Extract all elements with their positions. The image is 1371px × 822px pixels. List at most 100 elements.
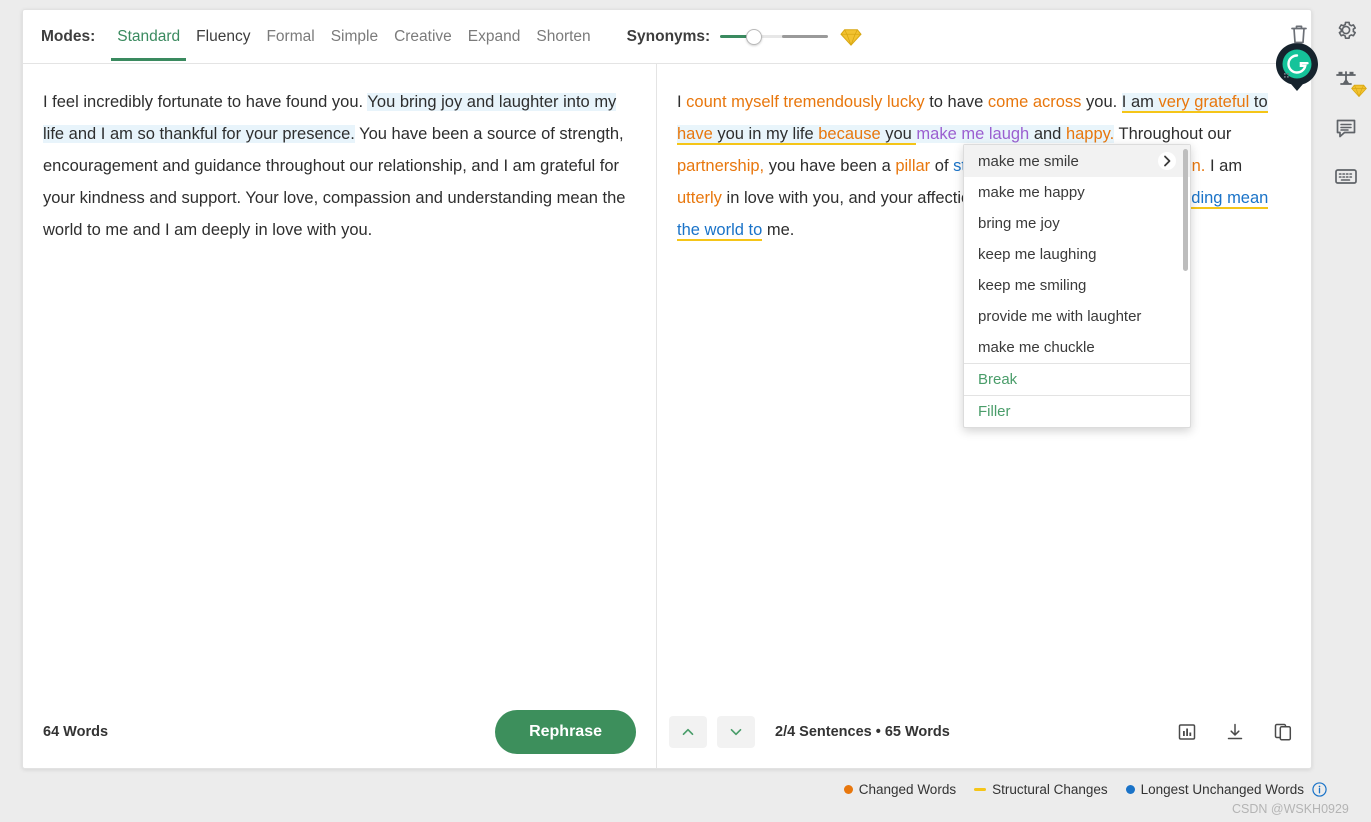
synonym-option[interactable]: keep me laughing xyxy=(964,239,1190,270)
diamond-icon[interactable] xyxy=(840,27,862,47)
text-segment: and xyxy=(1029,125,1066,143)
download-icon[interactable] xyxy=(1225,722,1245,742)
legend-item: Structural Changes xyxy=(974,782,1108,797)
text-segment: have xyxy=(677,125,713,145)
slider-track-premium xyxy=(782,34,829,38)
text-segment: I xyxy=(677,93,687,111)
text-segment: Throughout our xyxy=(1114,125,1232,143)
rephrase-button[interactable]: Rephrase xyxy=(495,710,636,754)
text-segment: pillar xyxy=(895,157,931,175)
synonym-option[interactable]: bring me joy xyxy=(964,208,1190,239)
app-root: Modes: Standard Fluency Formal Simple Creati… xyxy=(0,0,1371,822)
mode-tab-shorten[interactable]: Shorten xyxy=(528,12,598,61)
chevron-up-icon xyxy=(682,728,694,736)
text-segment: in love with you, and your affection, xyxy=(721,189,989,207)
keyboard-icon xyxy=(1334,169,1357,184)
synonyms-option-list: make me smile make me happy bring me joy ke… xyxy=(964,145,1190,363)
watermark: CSDN @WSKH0929 xyxy=(1232,802,1349,816)
synonym-option-label: make me chuckle xyxy=(978,339,1095,356)
legend-item: Changed Words xyxy=(843,782,957,797)
copy-icon[interactable] xyxy=(1273,722,1293,742)
info-icon[interactable] xyxy=(1312,782,1327,797)
synonyms-slider[interactable] xyxy=(720,28,829,46)
dropdown-action-filler[interactable]: Filler xyxy=(964,395,1190,427)
text-segment: I am xyxy=(1121,93,1159,113)
mode-tab-standard[interactable]: Standard xyxy=(109,12,188,61)
synonym-option[interactable]: make me smile xyxy=(964,145,1190,177)
feedback-button[interactable] xyxy=(1330,112,1362,144)
mode-tab-simple[interactable]: Simple xyxy=(323,12,386,61)
synonyms-control: Synonyms: xyxy=(627,27,863,47)
legend: Changed Words Structural Changes Longest U… xyxy=(0,782,1371,797)
next-sentence-button[interactable] xyxy=(717,716,755,748)
modes-list: Standard Fluency Formal Simple Creative Expan… xyxy=(109,12,598,61)
gear-icon xyxy=(1338,21,1356,39)
compare-modes-button[interactable] xyxy=(1330,64,1367,98)
text-segment: you in my life xyxy=(712,125,819,145)
text-segment: very grateful xyxy=(1158,93,1250,113)
synonym-option-label: keep me laughing xyxy=(978,246,1097,263)
legend-marker xyxy=(974,788,987,791)
text-segment: you. xyxy=(1081,93,1122,111)
synonym-option-label: keep me smiling xyxy=(978,277,1087,294)
legend-marker xyxy=(843,785,853,794)
text-segment: you have been a xyxy=(764,157,896,175)
dropdown-scrollbar[interactable] xyxy=(1183,149,1188,271)
trash-icon[interactable] xyxy=(1288,22,1310,46)
synonym-option[interactable]: provide me with laughter xyxy=(964,301,1190,332)
mode-tab-fluency[interactable]: Fluency xyxy=(188,12,258,61)
modes-toolbar: Modes: Standard Fluency Formal Simple Creati… xyxy=(23,10,1311,64)
shortcuts-button[interactable] xyxy=(1330,162,1362,190)
mode-tab-creative[interactable]: Creative xyxy=(386,12,460,61)
chevron-right-icon[interactable] xyxy=(1158,152,1176,170)
text-segment: partnership, xyxy=(677,157,765,175)
text-segment: happy. xyxy=(1065,125,1115,143)
input-footer: 64 Words Rephrase xyxy=(23,696,656,768)
dropdown-action-break[interactable]: Break xyxy=(964,363,1190,395)
text-segment: I am xyxy=(1205,157,1243,175)
legend-label: Changed Words xyxy=(858,782,957,797)
comment-icon xyxy=(1336,119,1355,138)
synonym-option-label: make me smile xyxy=(978,152,1079,170)
sentence-info: 2/4 Sentences • 65 Words xyxy=(775,724,950,740)
diamond-icon xyxy=(1350,83,1367,98)
text-segment: me. xyxy=(762,221,795,239)
settings-button[interactable] xyxy=(1330,14,1362,46)
bar-chart-icon[interactable] xyxy=(1177,722,1197,742)
chevron-down-icon xyxy=(730,728,742,736)
mode-tab-formal[interactable]: Formal xyxy=(258,12,322,61)
text-segment: of xyxy=(930,157,954,175)
text-segment: to xyxy=(1249,93,1268,113)
output-footer: 2/4 Sentences • 65 Words xyxy=(657,696,1311,768)
text-segment: because xyxy=(818,125,881,145)
slider-handle[interactable] xyxy=(746,28,763,45)
text-segment: utterly xyxy=(677,189,722,207)
text-segment: make me laugh xyxy=(916,125,1030,143)
input-panel: I feel incredibly fortunate to have foun… xyxy=(23,64,657,768)
mode-tab-expand[interactable]: Expand xyxy=(460,12,529,61)
synonym-option[interactable]: make me happy xyxy=(964,177,1190,208)
input-word-count: 64 Words xyxy=(43,724,109,740)
synonyms-label: Synonyms: xyxy=(626,27,711,45)
grammarly-button[interactable] xyxy=(1274,42,1320,92)
text-segment: you xyxy=(880,125,917,145)
text-segment: count myself tremendously lucky xyxy=(686,93,925,111)
previous-sentence-button[interactable] xyxy=(669,716,707,748)
synonym-option[interactable]: make me chuckle xyxy=(964,332,1190,363)
legend-marker xyxy=(1125,785,1135,794)
synonym-option-label: bring me joy xyxy=(978,215,1060,232)
legend-label: Structural Changes xyxy=(992,782,1108,797)
input-text[interactable]: I feel incredibly fortunate to have foun… xyxy=(23,64,656,696)
synonym-option-label: make me happy xyxy=(978,184,1085,201)
synonyms-dropdown[interactable]: make me smile make me happy bring me joy ke… xyxy=(963,144,1191,428)
right-rail xyxy=(1320,0,1371,822)
output-actions xyxy=(1177,722,1293,742)
synonym-option[interactable]: keep me smiling xyxy=(964,270,1190,301)
synonym-option-label: provide me with laughter xyxy=(978,308,1142,325)
text-segment: to have xyxy=(924,93,988,111)
text-segment: I feel incredibly fortunate to have foun… xyxy=(43,93,368,111)
dropdown-footer: Break Filler xyxy=(964,363,1190,427)
text-segment: come across xyxy=(987,93,1082,111)
legend-label: Longest Unchanged Words xyxy=(1140,782,1304,797)
modes-label: Modes: xyxy=(41,27,96,45)
